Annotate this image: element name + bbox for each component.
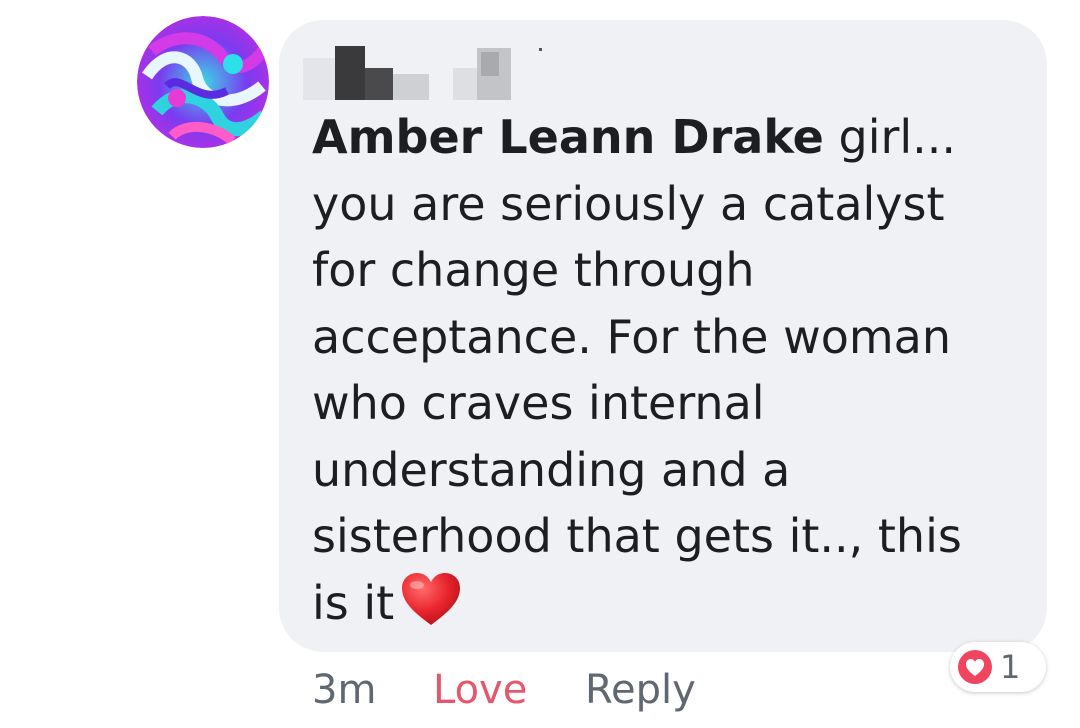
comment-body: Amber Leann Drake girl... you are seriou… (312, 104, 1012, 644)
timestamp[interactable]: 3m (312, 662, 376, 718)
heart-emoji-icon (400, 571, 462, 645)
avatar[interactable] (137, 16, 269, 148)
love-reaction-icon (958, 650, 992, 684)
reply-button[interactable]: Reply (585, 662, 696, 718)
comment-line-2: you are seriously a catalyst (312, 176, 945, 231)
comment-line-7: sisterhood that gets it.., this (312, 509, 962, 563)
avatar-image (137, 16, 269, 148)
comment-screen: Amber Leann Drake girl... you are seriou… (0, 0, 1080, 728)
commenter-name[interactable]: Amber Leann Drake (312, 110, 824, 164)
comment-line-8: is it (312, 570, 1012, 645)
comment-line-6: understanding and a (312, 442, 791, 497)
love-button[interactable]: Love (433, 662, 527, 718)
comment-line-1: Amber Leann Drake girl... (312, 110, 957, 164)
comment-line-5: who craves internal (312, 376, 765, 430)
redacted-author-name (303, 38, 543, 100)
reaction-count: 1 (1000, 648, 1021, 686)
reaction-summary[interactable]: 1 (950, 642, 1046, 692)
comment-line-4: acceptance. For the woman (312, 309, 952, 364)
comment-line-3: for change through (312, 243, 755, 297)
